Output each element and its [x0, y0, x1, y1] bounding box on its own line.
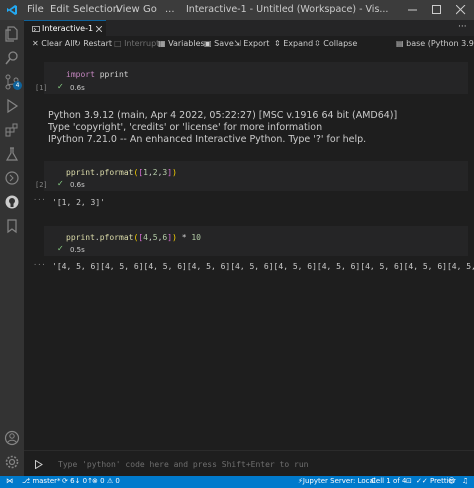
branch-indicator[interactable]: ⎇ master*	[22, 477, 61, 485]
cell-output: '[1, 2, 3]'	[52, 198, 105, 207]
minimize-icon[interactable]	[408, 7, 418, 13]
clear-all-button[interactable]: ✕ Clear All	[32, 39, 75, 48]
banner-line: Python 3.9.12 (main, Apr 4 2022, 05:22:2…	[48, 110, 398, 121]
window-title: Interactive-1 - Untitled (Workspace) - V…	[186, 4, 389, 15]
menu-go[interactable]: Go	[143, 4, 157, 15]
warning-icon: ⚠	[106, 477, 114, 485]
explorer-icon[interactable]	[4, 26, 20, 42]
error-icon: ⊗	[92, 477, 98, 485]
menu-edit[interactable]: Edit	[50, 4, 69, 15]
export-icon: ⇲	[234, 39, 241, 48]
menu-more[interactable]: ...	[165, 4, 175, 15]
settings-gear-icon[interactable]	[4, 454, 20, 470]
save-button[interactable]: ▣ Save	[204, 39, 234, 48]
collapse-button[interactable]: ⇳ Collapse	[314, 39, 357, 48]
restore-icon[interactable]	[432, 5, 442, 15]
tab-label: Interactive-1	[42, 24, 94, 33]
export-label: Export	[243, 39, 270, 48]
banner-line: Type 'copyright', 'credits' or 'license'…	[48, 122, 323, 133]
remote-explorer-icon[interactable]	[4, 170, 20, 186]
more-actions-icon[interactable]: ···	[458, 22, 467, 32]
error-count: 0	[100, 477, 105, 485]
kernel-label: base (Python 3.9.12)	[406, 39, 474, 48]
close-window-icon[interactable]	[456, 5, 466, 15]
collapse-icon: ⇳	[314, 39, 321, 48]
interrupt-button[interactable]: □ Interrupt	[114, 39, 159, 48]
execution-time: 0.5s	[70, 246, 85, 254]
sync-label: 6↓ 0↑	[70, 477, 93, 485]
input-box[interactable]: Type 'python' code here and press Shift+…	[24, 450, 474, 477]
expand-icon: ⇕	[274, 39, 281, 48]
remote-indicator-icon[interactable]: ⋈	[6, 477, 13, 485]
github-icon[interactable]	[4, 194, 20, 210]
tab-interactive-1[interactable]: Interactive-1	[24, 20, 106, 36]
execution-time: 0.6s	[70, 181, 85, 189]
output-ellipsis[interactable]: ···	[33, 261, 46, 269]
branch-label: master*	[32, 477, 61, 485]
menu-file[interactable]: File	[27, 4, 44, 15]
expand-label: Expand	[283, 39, 314, 48]
notifications-icon[interactable]: ♫	[462, 477, 468, 485]
success-check-icon: ✓	[57, 179, 64, 188]
interrupt-icon: □	[114, 39, 122, 48]
branch-icon: ⎇	[22, 477, 31, 485]
clear-all-label: Clear All	[41, 39, 75, 48]
testing-icon[interactable]	[4, 146, 20, 162]
execution-count: [2]	[35, 181, 48, 189]
activity-bar: 4	[0, 20, 24, 476]
menu-view[interactable]: View	[116, 4, 140, 15]
save-label: Save	[214, 39, 234, 48]
account-icon[interactable]	[4, 430, 20, 446]
bookmark-icon[interactable]	[4, 218, 20, 234]
menu-selection[interactable]: Selection	[73, 4, 119, 15]
cell-code: pprint.pformat([4,5,6]) * 10	[66, 233, 201, 242]
run-icon[interactable]	[35, 460, 43, 469]
variables-button[interactable]: ▦ Variables	[158, 39, 205, 48]
expand-button[interactable]: ⇕ Expand	[274, 39, 313, 48]
feedback-icon[interactable]: ☺	[448, 477, 455, 485]
cell-position-icon: ⊡	[406, 477, 412, 485]
title-bar: File Edit Selection View Go ... Interact…	[0, 0, 474, 20]
prettier-check-icon: ✓✓	[416, 477, 428, 485]
variables-label: Variables	[168, 39, 205, 48]
interactive-toolbar: ✕ Clear All ↻ Restart □ Interrupt ▦ Vari…	[24, 36, 474, 52]
kernel-icon: ▤	[396, 39, 404, 48]
restart-button[interactable]: ↻ Restart	[74, 39, 112, 48]
success-check-icon: ✓	[57, 244, 64, 253]
jupyter-label: Jupyter Server: Local	[302, 477, 376, 485]
execution-time: 0.6s	[70, 84, 85, 92]
cell-position[interactable]: Cell 1 of 4	[371, 477, 406, 485]
extensions-icon[interactable]	[4, 122, 20, 138]
vscode-logo-icon	[7, 5, 17, 15]
search-icon[interactable]	[4, 50, 20, 66]
run-debug-icon[interactable]	[4, 98, 20, 114]
execution-count: [1]	[35, 84, 48, 92]
sync-indicator[interactable]: ⟳ 6↓ 0↑	[62, 477, 93, 485]
source-control-badge: 4	[13, 81, 22, 90]
sync-icon: ⟳	[62, 477, 68, 485]
tab-close-icon[interactable]	[96, 26, 102, 32]
save-icon: ▣	[204, 39, 212, 48]
cell-code: pprint.pformat([1,2,3])	[66, 168, 177, 177]
problems-indicator[interactable]: ⊗ 0 ⚠ 0	[92, 477, 120, 485]
input-placeholder: Type 'python' code here and press Shift+…	[58, 460, 309, 469]
clear-all-icon: ✕	[32, 39, 39, 48]
banner-line: IPython 7.21.0 -- An enhanced Interactiv…	[48, 134, 367, 145]
warning-count: 0	[115, 477, 120, 485]
restart-icon: ↻	[74, 39, 81, 48]
status-bar: ⋈ ⎇ master* ⟳ 6↓ 0↑ ⊗ 0 ⚠ 0 ⚡Jupyter Ser…	[0, 476, 474, 488]
collapse-label: Collapse	[323, 39, 358, 48]
export-button[interactable]: ⇲ Export	[234, 39, 269, 48]
cell-code: import pprint	[66, 70, 129, 79]
interactive-window-icon	[32, 26, 40, 32]
jupyter-server-status[interactable]: ⚡Jupyter Server: Local	[298, 477, 376, 485]
output-ellipsis[interactable]: ···	[33, 196, 46, 204]
kernel-picker[interactable]: ▤ base (Python 3.9.12)	[396, 39, 474, 48]
tab-bar: Interactive-1 ···	[24, 20, 474, 36]
restart-label: Restart	[83, 39, 113, 48]
variables-icon: ▦	[158, 39, 166, 48]
success-check-icon: ✓	[57, 82, 64, 91]
interrupt-label: Interrupt	[124, 39, 160, 48]
cell-output: '[4, 5, 6][4, 5, 6][4, 5, 6][4, 5, 6][4,…	[52, 262, 474, 271]
